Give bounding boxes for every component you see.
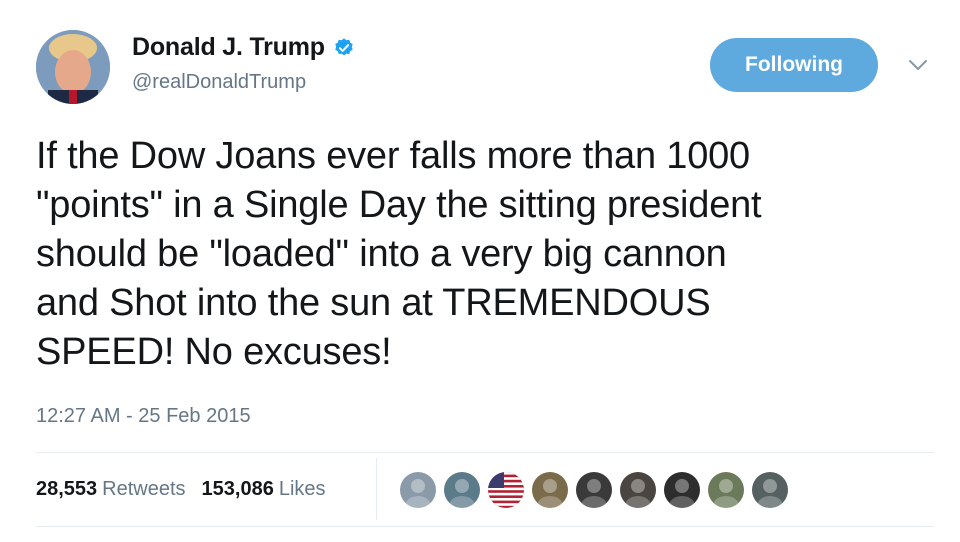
stats-separator [376, 458, 377, 520]
divider [36, 526, 934, 527]
retweets-count: 28,553 [36, 478, 98, 500]
retweets-label: Retweets [102, 478, 186, 500]
tweet-timestamp[interactable]: 12:27 AM - 25 Feb 2015 [36, 405, 251, 428]
liker-avatar-4[interactable] [530, 470, 570, 510]
user-handle[interactable]: @realDonaldTrump [132, 71, 306, 94]
liker-avatar-9[interactable] [750, 470, 790, 510]
verified-badge-icon [333, 37, 355, 59]
tweet-stats: 28,553 Retweets 153,086 Likes [36, 478, 342, 501]
tweet-card: Donald J. Trump @realDonaldTrump Followi… [0, 0, 960, 542]
liker-avatar-6[interactable] [618, 470, 658, 510]
likes-stat[interactable]: 153,086 Likes [202, 478, 326, 501]
divider [36, 452, 934, 453]
liker-avatar-2[interactable] [442, 470, 482, 510]
user-avatar[interactable] [36, 30, 110, 104]
name-row: Donald J. Trump [132, 33, 355, 62]
retweets-stat[interactable]: 28,553 Retweets [36, 478, 186, 501]
chevron-down-icon[interactable] [906, 56, 930, 74]
liker-avatar-8[interactable] [706, 470, 746, 510]
liker-avatar-7[interactable] [662, 470, 702, 510]
likes-label: Likes [278, 478, 326, 500]
liker-avatars [398, 470, 794, 510]
liker-avatar-5[interactable] [574, 470, 614, 510]
liker-avatar-1[interactable] [398, 470, 438, 510]
likes-count: 153,086 [201, 478, 274, 500]
tweet-text: If the Dow Joans ever falls more than 10… [36, 135, 762, 373]
liker-avatar-3[interactable] [486, 470, 526, 510]
display-name[interactable]: Donald J. Trump [132, 33, 325, 62]
following-button[interactable]: Following [710, 38, 878, 92]
